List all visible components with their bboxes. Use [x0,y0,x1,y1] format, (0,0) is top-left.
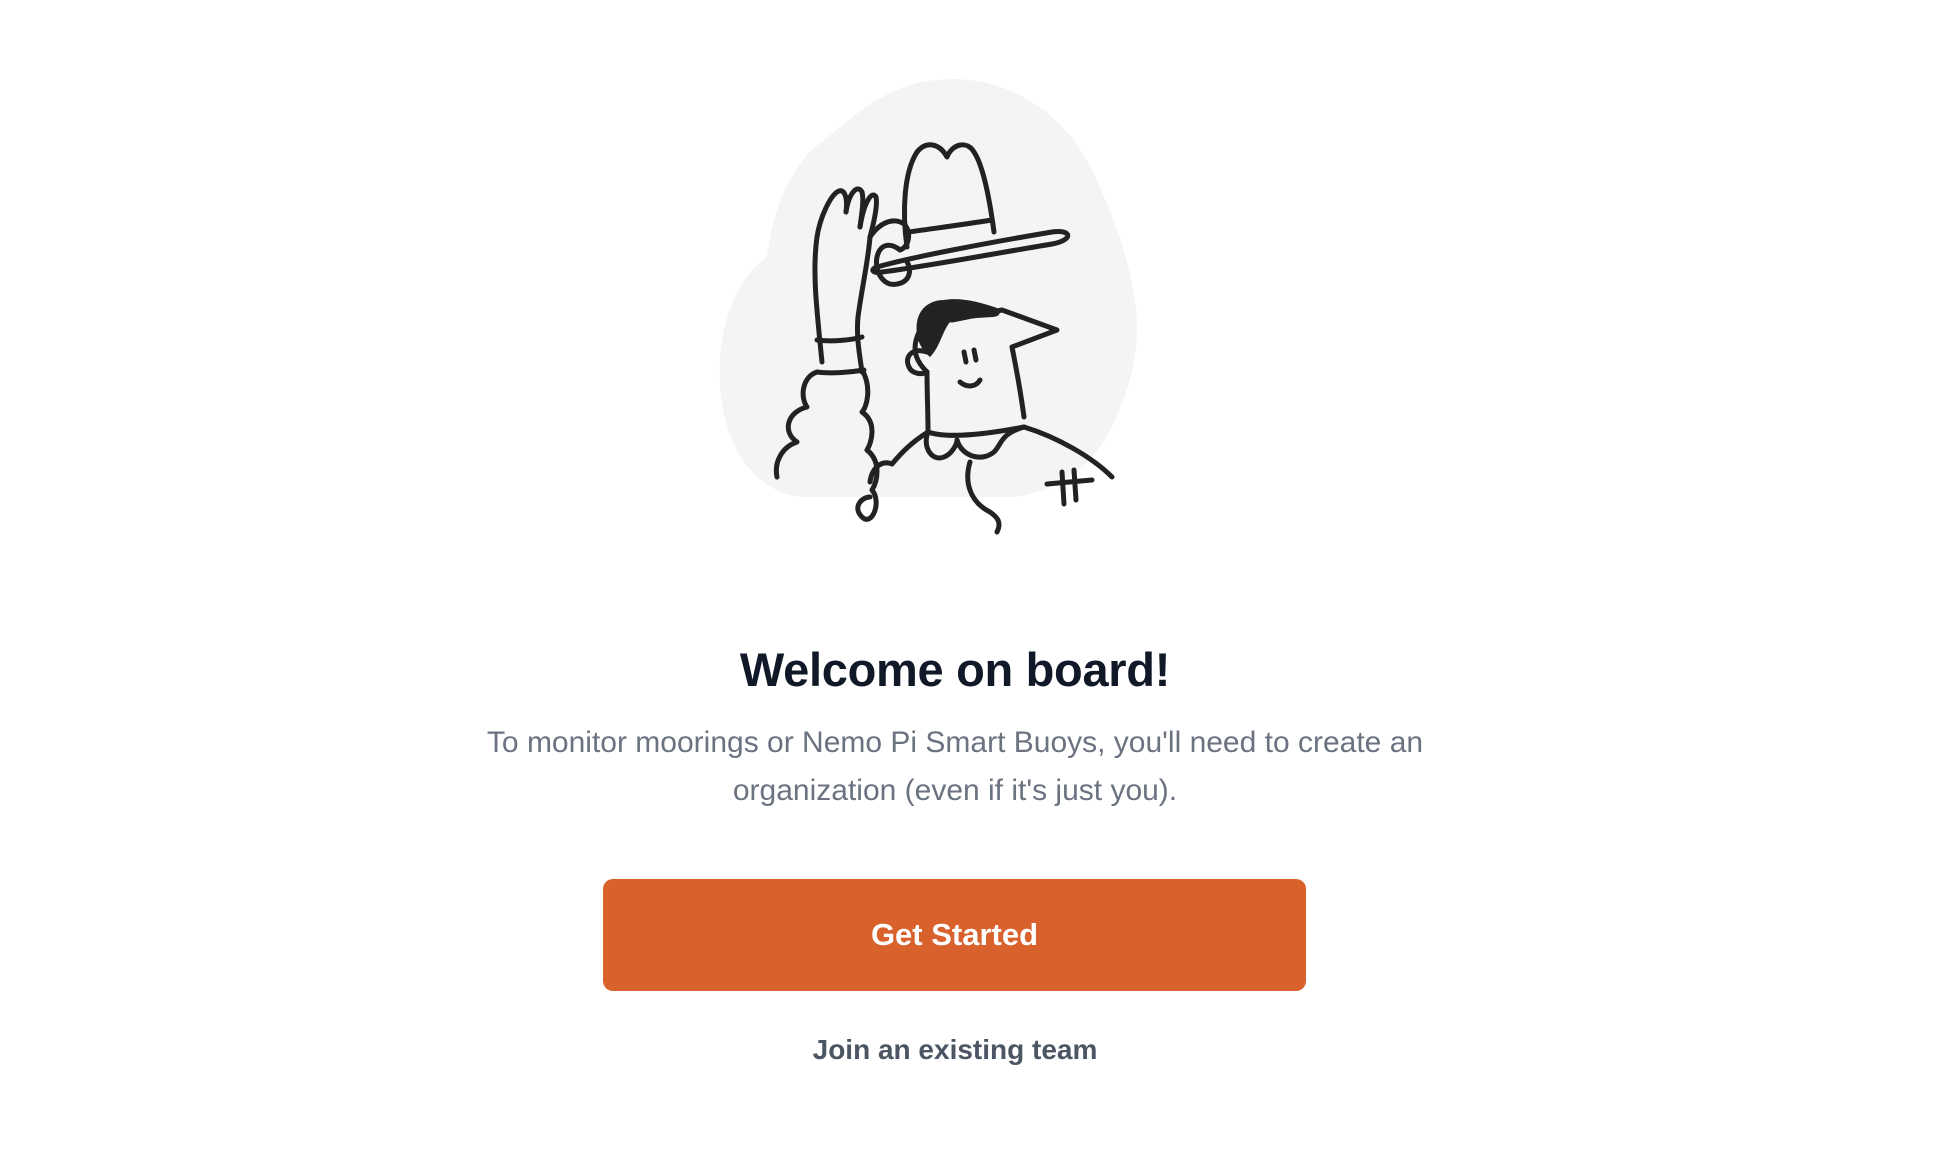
page-description: To monitor moorings or Nemo Pi Smart Buo… [486,726,1424,807]
get-started-button[interactable]: Get Started [603,879,1306,991]
welcome-illustration [712,72,1212,572]
join-existing-team-link[interactable]: Join an existing team [0,1030,1910,1070]
person-tipping-hat-illustration [719,79,1137,535]
onboarding-page: Welcome on board! To monitor moorings or… [0,0,1954,1158]
page-title: Welcome on board! [739,643,1171,696]
